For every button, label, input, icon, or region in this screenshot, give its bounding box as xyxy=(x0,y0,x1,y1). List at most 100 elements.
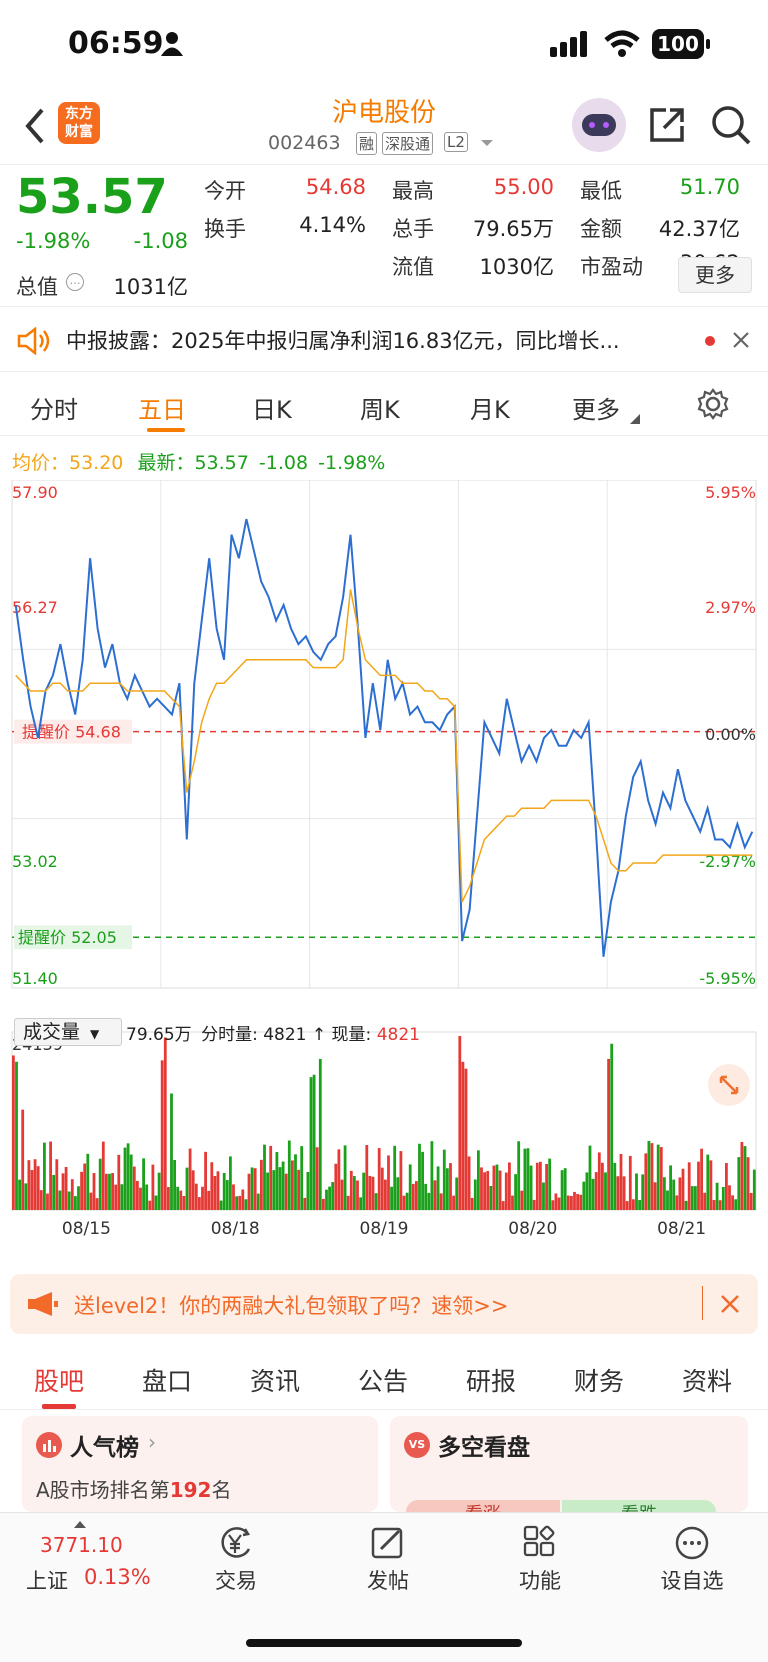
avg-price-label: 均价：53.20 xyxy=(12,452,124,474)
volume-bar xyxy=(371,1176,375,1210)
volume-bar xyxy=(402,1195,406,1210)
volume-bar xyxy=(635,1173,638,1210)
volume-bar xyxy=(353,1176,356,1210)
clock: 06:59 xyxy=(68,26,164,61)
volume-bar xyxy=(256,1193,260,1210)
high-value: 55.00 xyxy=(493,175,554,199)
tab-research[interactable]: 研报 xyxy=(466,1362,516,1398)
index-pct[interactable]: 0.13% xyxy=(84,1565,151,1589)
close-promo-icon[interactable] xyxy=(720,1294,740,1314)
volume-bar xyxy=(89,1192,93,1210)
nav-functions-label: 功能 xyxy=(519,1569,561,1593)
volume-bar xyxy=(492,1165,496,1210)
tab-announcements[interactable]: 公告 xyxy=(358,1362,408,1398)
long-short-card[interactable]: VS 多空看盘 看涨 看跌 xyxy=(390,1416,748,1525)
nav-trade[interactable]: 交易 xyxy=(176,1525,296,1595)
tab-more[interactable]: 更多 xyxy=(572,390,620,425)
tab-profile[interactable]: 资料 xyxy=(682,1362,732,1398)
volume-bar xyxy=(480,1167,483,1210)
tab-orderbook[interactable]: 盘口 xyxy=(142,1362,192,1398)
volume-bar xyxy=(24,1183,28,1210)
volume-bar xyxy=(49,1141,52,1210)
volume-bar xyxy=(136,1180,139,1210)
volume-bar xyxy=(669,1165,672,1210)
volume-bar xyxy=(529,1165,533,1210)
volume-bar xyxy=(573,1191,576,1210)
volume-bar xyxy=(604,1172,607,1210)
volume-bar xyxy=(517,1141,521,1210)
nav-post[interactable]: 发帖 xyxy=(328,1525,448,1595)
volume-bar xyxy=(61,1173,65,1210)
volume-bar xyxy=(238,1195,242,1210)
volume-bar xyxy=(725,1163,728,1210)
volume-bar xyxy=(77,1186,80,1210)
volume-bar xyxy=(458,1036,462,1210)
volume-bar xyxy=(83,1163,87,1210)
index-value[interactable]: 3771.10 xyxy=(40,1533,123,1557)
volume-bar xyxy=(570,1196,573,1210)
volume-bar xyxy=(700,1148,703,1210)
price-chart-svg: 提醒价 54.68提醒价 52.0557.9056.2753.0251.405.… xyxy=(11,480,757,1239)
volume-bar xyxy=(92,1173,96,1210)
indicator-select[interactable]: 成交量 ▼ xyxy=(14,1018,122,1046)
change-value: -1.08 xyxy=(133,229,188,253)
popular-card[interactable]: 人气榜 › A股市场排名第192名 xyxy=(22,1416,378,1512)
tab-forum[interactable]: 股吧 xyxy=(34,1362,84,1398)
volume-bar xyxy=(173,1159,176,1210)
volume-bar xyxy=(325,1189,328,1210)
promo-banner[interactable]: 送level2！你的两融大礼包领取了吗？速领>> xyxy=(10,1274,758,1334)
battery-level: 100 xyxy=(657,32,699,56)
home-indicator xyxy=(246,1639,522,1647)
y-tick-label: 56.27 xyxy=(12,598,58,617)
volume-bar xyxy=(715,1182,719,1210)
volume-bar xyxy=(628,1155,632,1210)
tab-monthly-k[interactable]: 月K xyxy=(470,390,510,425)
nav-functions[interactable]: 功能 xyxy=(480,1525,600,1595)
volume-bar xyxy=(207,1190,211,1210)
tab-weekly-k[interactable]: 周K xyxy=(360,390,400,425)
volume-bar xyxy=(287,1140,291,1210)
volume-bar xyxy=(427,1192,431,1210)
tab-news[interactable]: 资讯 xyxy=(250,1362,300,1398)
volume-bar xyxy=(666,1190,669,1210)
volume-bar xyxy=(415,1181,418,1210)
expand-icon[interactable] xyxy=(708,1064,750,1106)
volume-bar xyxy=(421,1151,424,1210)
share-icon[interactable] xyxy=(648,104,688,144)
tab-finance[interactable]: 财务 xyxy=(574,1362,624,1398)
volume-bar xyxy=(222,1172,226,1210)
volume-bar xyxy=(132,1166,136,1210)
notice-bar[interactable]: 中报披露：2025年中报归属净利润16.83亿元，同比增长... xyxy=(0,306,768,372)
volume-bar xyxy=(235,1196,238,1210)
tab-daily-k[interactable]: 日K xyxy=(252,390,292,425)
volume-bar xyxy=(721,1186,725,1210)
robot-avatar-icon[interactable] xyxy=(572,98,626,152)
index-name[interactable]: 上证 xyxy=(26,1565,68,1595)
alert-tag-lower: 提醒价 52.05 xyxy=(18,928,117,947)
volume-bar xyxy=(399,1151,403,1210)
y-tick-label: 51.40 xyxy=(12,969,58,988)
notice-text: 中报披露：2025年中报归属净利润16.83亿元，同比增长... xyxy=(66,329,620,353)
speaker-icon xyxy=(17,327,50,355)
tab-five-day[interactable]: 五日 xyxy=(138,390,186,425)
volume-bar xyxy=(142,1158,145,1210)
info-icon[interactable]: … xyxy=(66,273,84,291)
more-button[interactable]: 更多 xyxy=(678,257,752,293)
volume-bar xyxy=(101,1141,105,1210)
search-icon[interactable] xyxy=(710,104,752,146)
volume-bar xyxy=(430,1141,434,1210)
volume-bar xyxy=(613,1162,617,1210)
volume-bar xyxy=(148,1200,152,1210)
volume-bar xyxy=(542,1182,545,1210)
volume-bar xyxy=(557,1197,561,1210)
volume-bar xyxy=(709,1160,713,1210)
volume-bar xyxy=(520,1190,524,1210)
gear-icon[interactable] xyxy=(697,388,729,420)
nav-add-watchlist[interactable]: 设自选 xyxy=(632,1525,752,1595)
volume-bar xyxy=(315,1147,319,1210)
volume-bar xyxy=(597,1152,601,1210)
tab-intraday[interactable]: 分时 xyxy=(30,390,78,425)
close-icon[interactable] xyxy=(732,331,750,349)
dropdown-icon[interactable] xyxy=(480,138,494,148)
five-day-chart[interactable]: 均价：53.20 最新：53.57 -1.08 -1.98% 提醒价 54.68… xyxy=(0,436,768,1266)
